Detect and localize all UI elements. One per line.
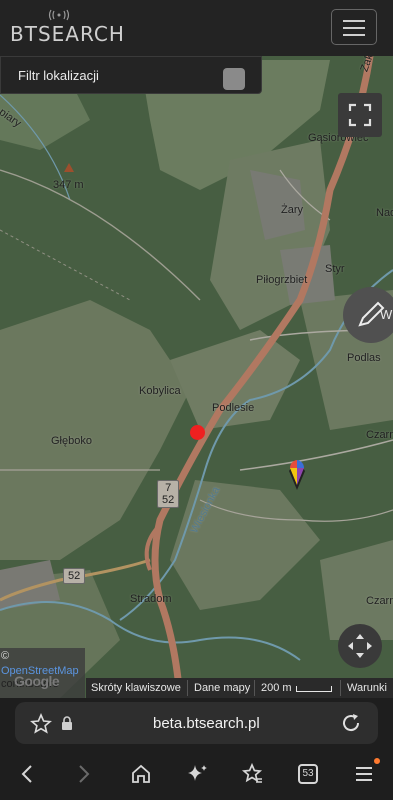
app-header: BTSEARCH [0, 0, 393, 57]
place-label: Czarn [366, 429, 393, 441]
map-base-layer [0, 56, 393, 698]
keyboard-shortcuts-link[interactable]: Skróty klawiszowe [91, 682, 181, 694]
star-icon[interactable] [30, 713, 52, 735]
place-label: Piłogrzbiet [256, 274, 308, 286]
place-label: Nad [376, 207, 393, 219]
menu-button[interactable] [331, 9, 377, 45]
back-icon[interactable] [19, 764, 35, 784]
scale-bar [296, 686, 332, 692]
google-logo: Google [14, 673, 60, 689]
signal-waves-icon [48, 9, 70, 21]
filter-label: Filtr lokalizacji [18, 68, 99, 83]
location-marker[interactable] [190, 425, 205, 440]
menu-icon[interactable] [354, 765, 374, 783]
recenter-button[interactable] [338, 624, 382, 668]
edit-label: W [380, 307, 393, 322]
place-label: Styr [325, 263, 345, 275]
fullscreen-icon [348, 103, 372, 127]
fullscreen-button[interactable] [338, 93, 382, 137]
home-icon[interactable] [130, 763, 152, 785]
place-label: Żary [281, 204, 303, 216]
reload-icon[interactable] [340, 712, 362, 734]
multicolor-pin-icon[interactable] [287, 457, 307, 491]
location-filter-panel: Filtr lokalizacji [0, 56, 262, 94]
road-shield: 7 52 [157, 480, 180, 508]
terms-link[interactable]: Warunki [347, 682, 387, 694]
move-arrows-icon [348, 634, 372, 658]
place-label: Czarn [366, 595, 393, 607]
place-label: Podlesie [212, 402, 255, 414]
place-label: Kobylica [139, 385, 181, 397]
place-label: Głęboko [51, 435, 92, 447]
url-text[interactable]: beta.btsearch.pl [153, 715, 260, 732]
place-label: Stradom [130, 593, 172, 605]
scale-label[interactable]: 200 m [261, 682, 292, 694]
bookmarks-icon[interactable] [241, 762, 265, 786]
lock-icon[interactable] [61, 716, 73, 730]
brand-logo[interactable]: BTSEARCH [10, 22, 125, 46]
forward-icon[interactable] [76, 764, 92, 784]
notification-dot [374, 758, 380, 764]
place-label: Podlas [347, 352, 381, 364]
map-canvas[interactable]: Gąsiorowiec Żary Piłogrzbiet Styr Podlas… [0, 56, 393, 698]
hamburger-icon [343, 20, 365, 22]
sparkle-icon[interactable] [185, 762, 209, 786]
road-shield: 52 [63, 568, 86, 584]
tabs-button[interactable]: 53 [298, 764, 318, 784]
filter-toggle[interactable] [223, 68, 245, 90]
map-data-link[interactable]: Dane mapy [194, 682, 250, 694]
peak-elevation-label: 347 m [53, 179, 84, 191]
